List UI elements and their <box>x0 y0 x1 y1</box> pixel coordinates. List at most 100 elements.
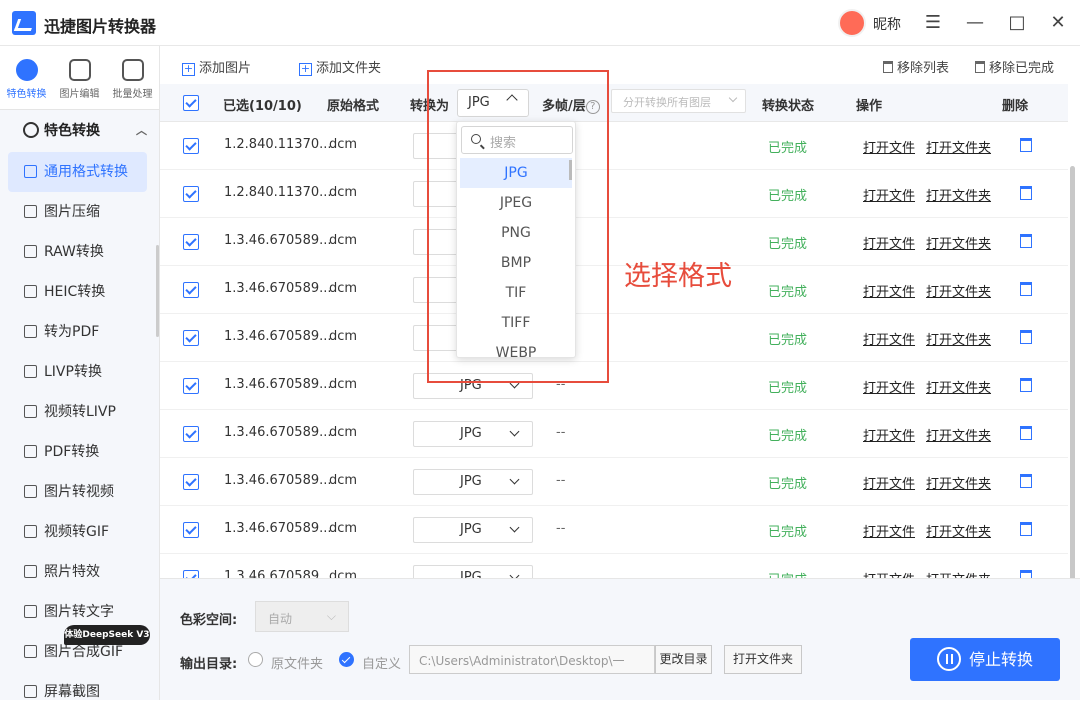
delete-row-icon[interactable] <box>1020 282 1032 296</box>
add-folder-button[interactable]: + 添加文件夹 <box>299 57 381 76</box>
delete-row-icon[interactable] <box>1020 138 1032 152</box>
delete-row-icon[interactable] <box>1020 474 1032 488</box>
delete-row-icon[interactable] <box>1020 186 1032 200</box>
open-file-link[interactable]: 打开文件 <box>863 425 915 444</box>
status-badge: 已完成 <box>768 333 808 348</box>
custom-folder-radio[interactable] <box>339 652 354 667</box>
sidebar-item-image-to-video[interactable]: 图片转视频 <box>8 472 147 512</box>
close-icon[interactable]: ✕ <box>1045 10 1071 36</box>
table-row: 1.3.46.670589... dcm 已完成 打开文件 打开文件夹 <box>160 266 1068 314</box>
list-scrollbar[interactable] <box>1070 166 1075 596</box>
status-badge: 已完成 <box>768 189 808 204</box>
file-name: 1.3.46.670589... <box>224 425 332 440</box>
open-file-link[interactable]: 打开文件 <box>863 185 915 204</box>
tab-image-edit[interactable]: 图片编辑 <box>53 46 106 109</box>
open-file-link[interactable]: 打开文件 <box>863 473 915 492</box>
remove-done-button[interactable]: 移除已完成 <box>975 57 1054 76</box>
add-image-button[interactable]: + 添加图片 <box>182 57 251 76</box>
change-directory-button[interactable]: 更改目录 <box>655 645 712 674</box>
tool-tabs: 特色转换 图片编辑 批量处理 <box>0 46 159 110</box>
open-folder-link[interactable]: 打开文件夹 <box>926 185 991 204</box>
open-folder-button[interactable]: 打开文件夹 <box>724 645 802 674</box>
open-file-link[interactable]: 打开文件 <box>863 137 915 156</box>
deepseek-badge[interactable]: 体验DeepSeek V3 <box>64 625 150 645</box>
row-checkbox[interactable] <box>183 570 199 578</box>
remove-list-button[interactable]: 移除列表 <box>883 57 949 76</box>
target-format-select[interactable]: JPG <box>413 421 533 447</box>
open-file-link[interactable]: 打开文件 <box>863 329 915 348</box>
row-checkbox[interactable] <box>183 234 199 250</box>
row-checkbox[interactable] <box>183 138 199 154</box>
sidebar-item-common-convert[interactable]: 通用格式转换 <box>8 152 147 192</box>
row-checkbox[interactable] <box>183 426 199 442</box>
target-format-select[interactable]: JPG <box>413 517 533 543</box>
open-file-link[interactable]: 打开文件 <box>863 569 915 578</box>
output-path-input[interactable]: C:\Users\Administrator\Desktop\一 <box>409 645 655 674</box>
table-row: 1.3.46.670589... dcm JPG -- 已完成 打开文件 打开文… <box>160 458 1068 506</box>
delete-row-icon[interactable] <box>1020 570 1032 578</box>
row-checkbox[interactable] <box>183 282 199 298</box>
tab-special-convert[interactable]: 特色转换 <box>0 46 53 109</box>
user-avatar[interactable] <box>838 9 866 37</box>
open-folder-link[interactable]: 打开文件夹 <box>926 377 991 396</box>
open-file-link[interactable]: 打开文件 <box>863 377 915 396</box>
open-folder-link[interactable]: 打开文件夹 <box>926 233 991 252</box>
delete-row-icon[interactable] <box>1020 234 1032 248</box>
target-format-select[interactable]: JPG <box>413 469 533 495</box>
merge-gif-icon <box>24 645 37 658</box>
file-name: 1.3.46.670589... <box>224 377 332 392</box>
sidebar-item-heic[interactable]: HEIC转换 <box>8 272 147 312</box>
special-convert-icon <box>15 59 38 81</box>
table-row: 1.2.840.11370... dcm 已完成 打开文件 打开文件夹 <box>160 122 1068 170</box>
open-file-link[interactable]: 打开文件 <box>863 521 915 540</box>
select-all-checkbox[interactable] <box>183 95 199 111</box>
open-folder-link[interactable]: 打开文件夹 <box>926 329 991 348</box>
open-folder-link[interactable]: 打开文件夹 <box>926 473 991 492</box>
sidebar-item-photo-effects[interactable]: 照片特效 <box>8 552 147 592</box>
table-header: 已选(10/10) 原始格式 转换为 JPG 多帧/层? 分开转换所有图层 转换… <box>160 84 1068 122</box>
table-row: 1.3.46.670589... dcm JPG 已完成 打开文件 打开文件夹 <box>160 554 1068 578</box>
delete-row-icon[interactable] <box>1020 522 1032 536</box>
maximize-icon[interactable]: □ <box>1004 10 1030 36</box>
sidebar-scrollbar[interactable] <box>156 245 159 337</box>
target-format-value: JPG <box>460 570 482 578</box>
sidebar-item-screenshot[interactable]: 屏幕截图 <box>8 672 147 712</box>
tab-batch-process[interactable]: 批量处理 <box>106 46 159 109</box>
delete-row-icon[interactable] <box>1020 330 1032 344</box>
open-folder-link[interactable]: 打开文件夹 <box>926 137 991 156</box>
open-folder-link[interactable]: 打开文件夹 <box>926 281 991 300</box>
sidebar-item-raw[interactable]: RAW转换 <box>8 232 147 272</box>
user-nickname[interactable]: 昵称 <box>873 14 901 34</box>
open-folder-link[interactable]: 打开文件夹 <box>926 569 991 578</box>
sidebar-item-compress[interactable]: 图片压缩 <box>8 192 147 232</box>
minimize-icon[interactable]: — <box>962 10 988 36</box>
original-format: dcm <box>329 473 358 488</box>
sidebar-item-video-to-gif[interactable]: 视频转GIF <box>8 512 147 552</box>
row-checkbox[interactable] <box>183 378 199 394</box>
open-folder-link[interactable]: 打开文件夹 <box>926 425 991 444</box>
open-file-link[interactable]: 打开文件 <box>863 233 915 252</box>
delete-row-icon[interactable] <box>1020 378 1032 392</box>
multi-frame-value: -- <box>556 425 566 440</box>
sidebar-item-video-to-livp[interactable]: 视频转LIVP <box>8 392 147 432</box>
sidebar-item-to-pdf[interactable]: 转为PDF <box>8 312 147 352</box>
section-special-convert[interactable]: 特色转换 ︿ <box>0 110 159 152</box>
row-checkbox[interactable] <box>183 186 199 202</box>
bottom-panel: 色彩空间: 自动 ⌵ 输出目录: 原文件夹 自定义 C:\Users\Admini… <box>160 578 1080 700</box>
row-checkbox[interactable] <box>183 330 199 346</box>
stop-convert-button[interactable]: 停止转换 <box>910 638 1060 681</box>
chevron-down-icon <box>728 93 738 103</box>
open-folder-link[interactable]: 打开文件夹 <box>926 521 991 540</box>
sidebar-item-pdf-convert[interactable]: PDF转换 <box>8 432 147 472</box>
target-format-select[interactable]: JPG <box>413 565 533 578</box>
delete-row-icon[interactable] <box>1020 426 1032 440</box>
row-checkbox[interactable] <box>183 522 199 538</box>
multi-frame-value: -- <box>556 521 566 536</box>
color-space-value: 自动 <box>268 612 293 626</box>
sidebar-item-livp[interactable]: LIVP转换 <box>8 352 147 392</box>
file-name: 1.3.46.670589... <box>224 233 332 248</box>
original-folder-radio[interactable] <box>248 652 263 667</box>
row-checkbox[interactable] <box>183 474 199 490</box>
menu-icon[interactable]: ☰ <box>920 10 946 36</box>
open-file-link[interactable]: 打开文件 <box>863 281 915 300</box>
